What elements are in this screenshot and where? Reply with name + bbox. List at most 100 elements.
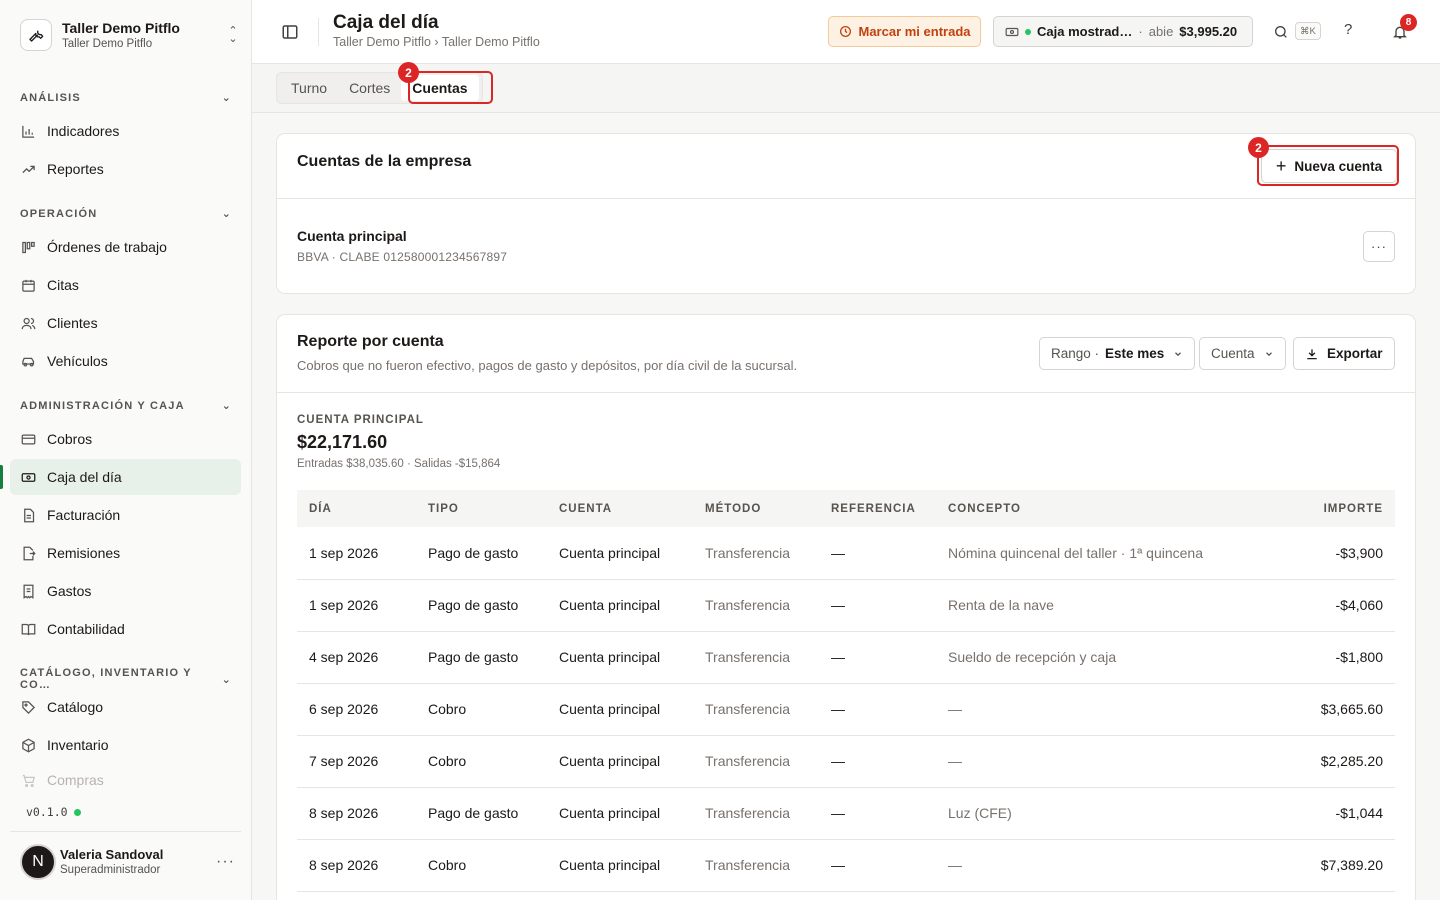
sidebar-item-catalogo[interactable]: Catálogo bbox=[10, 689, 241, 725]
notification-count-badge: 8 bbox=[1400, 14, 1417, 31]
users-icon bbox=[20, 315, 36, 331]
table-cell: — bbox=[819, 579, 936, 632]
app-version: v0.1.0 bbox=[26, 805, 81, 819]
account-section-label: CUENTA PRINCIPAL bbox=[297, 414, 424, 426]
trending-up-icon bbox=[20, 161, 36, 177]
tab-cortes[interactable]: Cortes bbox=[338, 75, 401, 101]
report-subtitle: Cobros que no fueron efectivo, pagos de … bbox=[297, 358, 798, 373]
table-cell: -$3,900 bbox=[1236, 527, 1395, 580]
table-cell: Cuenta principal bbox=[547, 683, 693, 736]
table-cell: 8 sep 2026 bbox=[297, 787, 416, 840]
section-administracion[interactable]: ADMINISTRACIÓN Y CAJA ⌄ bbox=[20, 399, 232, 413]
table-cell: 7 sep 2026 bbox=[297, 735, 416, 788]
column-header: REFERENCIA bbox=[831, 502, 916, 515]
separator-dot: · bbox=[1138, 24, 1143, 39]
annotation-badge: 2 bbox=[398, 62, 419, 83]
user-role: Superadministrador bbox=[60, 863, 161, 876]
sidebar-item-compras[interactable]: Compras bbox=[10, 765, 241, 795]
table-row[interactable]: 8 sep 2026 Pago de gasto Cuenta principal T… bbox=[297, 787, 1395, 840]
divider bbox=[318, 18, 319, 46]
org-subtitle: Taller Demo Pitflo bbox=[62, 37, 153, 50]
sidebar-item-indicadores[interactable]: Indicadores bbox=[10, 113, 241, 149]
sidebar-item-label: Vehículos bbox=[47, 353, 108, 369]
accounts-card-title: Cuentas de la empresa bbox=[297, 153, 472, 170]
file-text-icon bbox=[20, 507, 36, 523]
table-cell: Transferencia bbox=[693, 787, 819, 840]
table-cell: Renta de la nave bbox=[936, 579, 1236, 632]
table-cell: Cuenta principal bbox=[547, 579, 693, 632]
table-row[interactable]: 6 sep 2026 Cobro Cuenta principal Transfere… bbox=[297, 683, 1395, 736]
sidebar-item-reportes[interactable]: Reportes bbox=[10, 151, 241, 187]
column-header: CONCEPTO bbox=[948, 502, 1021, 515]
org-switcher[interactable]: Taller Demo Pitflo Taller Demo Pitflo ⌃ ⌄ bbox=[20, 16, 240, 54]
status-dot bbox=[1025, 28, 1031, 35]
table-cell: Cuenta principal bbox=[547, 839, 693, 892]
clock-in-button[interactable]: Marcar mi entrada bbox=[828, 16, 981, 47]
table-cell: Nómina quincenal del taller · 1ª quincen… bbox=[936, 527, 1236, 580]
receipt-icon bbox=[20, 583, 36, 599]
table-cell: — bbox=[819, 787, 936, 840]
divider bbox=[277, 392, 1415, 393]
cash-register-selector[interactable]: Caja mostrad… · abie $3,995.20 bbox=[993, 16, 1253, 47]
sidebar-item-label: Citas bbox=[47, 277, 79, 293]
table-cell: Pago de gasto bbox=[416, 527, 547, 580]
chevron-down-icon bbox=[1265, 351, 1272, 356]
credit-card-icon bbox=[20, 431, 36, 447]
download-icon bbox=[1307, 348, 1317, 359]
account-detail: BBVA · CLABE 012580001234567897 bbox=[297, 250, 508, 264]
export-button[interactable]: Exportar bbox=[1293, 337, 1395, 370]
cash-icon bbox=[1005, 27, 1019, 36]
tab-turno[interactable]: Turno bbox=[280, 75, 338, 101]
chevron-up-down-icon: ⌃ ⌄ bbox=[228, 25, 238, 45]
sidebar-item-gastos[interactable]: Gastos bbox=[10, 573, 241, 609]
sidebar-item-inventario[interactable]: Inventario bbox=[10, 727, 241, 763]
sidebar-item-label: Indicadores bbox=[47, 123, 120, 139]
table-cell: Pago de gasto bbox=[416, 631, 547, 684]
more-horizontal-icon[interactable]: ··· bbox=[216, 853, 235, 871]
sidebar-item-caja-del-dia[interactable]: Caja del día bbox=[0, 459, 241, 495]
account-total: $22,171.60 bbox=[297, 432, 388, 452]
section-catalogo[interactable]: CATÁLOGO, INVENTARIO Y CO… ⌄ bbox=[20, 667, 232, 691]
table-cell: — bbox=[819, 735, 936, 788]
table-cell: Transferencia bbox=[693, 579, 819, 632]
sidebar-item-cobros[interactable]: Cobros bbox=[10, 421, 241, 457]
table-row[interactable]: 8 sep 2026 Cobro Cuenta principal Transfere… bbox=[297, 839, 1395, 892]
sidebar-item-citas[interactable]: Citas bbox=[10, 267, 241, 303]
bar-chart-icon bbox=[20, 123, 36, 139]
table-row[interactable]: 7 sep 2026 Cobro Cuenta principal Transfere… bbox=[297, 735, 1395, 788]
tag-icon bbox=[20, 699, 36, 715]
cart-icon bbox=[20, 772, 36, 788]
help-icon[interactable]: ? bbox=[1344, 21, 1352, 38]
section-analisis[interactable]: ANÁLISIS ⌄ bbox=[20, 91, 232, 105]
account-filter-select[interactable]: Cuenta bbox=[1199, 337, 1286, 370]
caja-amount: $3,995.20 bbox=[1179, 24, 1238, 39]
sidebar-item-remisiones[interactable]: Remisiones bbox=[10, 535, 241, 571]
table-cell: Cuenta principal bbox=[547, 631, 693, 684]
sidebar-item-clientes[interactable]: Clientes bbox=[10, 305, 241, 341]
table-cell: 4 sep 2026 bbox=[297, 631, 416, 684]
search-icon[interactable] bbox=[1271, 22, 1291, 42]
column-header: IMPORTE bbox=[1323, 502, 1383, 515]
sidebar-item-contabilidad[interactable]: Contabilidad bbox=[10, 611, 241, 647]
table-cell: — bbox=[936, 735, 1236, 788]
table-row[interactable]: 4 sep 2026 Pago de gasto Cuenta principal T… bbox=[297, 631, 1395, 684]
sidebar-item-ordenes[interactable]: Órdenes de trabajo bbox=[10, 229, 241, 265]
account-options-button[interactable]: ··· bbox=[1363, 231, 1395, 262]
page-title: Caja del día bbox=[333, 12, 439, 33]
sidebar-item-facturacion[interactable]: Facturación bbox=[10, 497, 241, 533]
section-operacion[interactable]: OPERACIÓN ⌄ bbox=[20, 207, 232, 221]
table-row[interactable]: 1 sep 2026 Pago de gasto Cuenta principal T… bbox=[297, 579, 1395, 632]
sidebar-item-vehiculos[interactable]: Vehículos bbox=[10, 343, 241, 379]
sidebar-item-label: Reportes bbox=[47, 161, 104, 177]
table-row[interactable]: 1 sep 2026 Pago de gasto Cuenta principal T… bbox=[297, 527, 1395, 580]
column-header: TIPO bbox=[428, 502, 459, 515]
sidebar-toggle-icon[interactable] bbox=[281, 23, 299, 41]
sidebar-item-label: Gastos bbox=[47, 583, 92, 599]
calendar-icon bbox=[20, 277, 36, 293]
range-select[interactable]: Rango · Este mes bbox=[1039, 337, 1196, 370]
user-menu[interactable]: N Valeria Sandoval Superadministrador ··… bbox=[20, 843, 235, 881]
table-cell: — bbox=[819, 683, 936, 736]
table-cell: 6 sep 2026 bbox=[297, 683, 416, 736]
table-cell: Sueldo de recepción y caja bbox=[936, 631, 1236, 684]
highlight-box-new-account bbox=[1257, 145, 1399, 186]
